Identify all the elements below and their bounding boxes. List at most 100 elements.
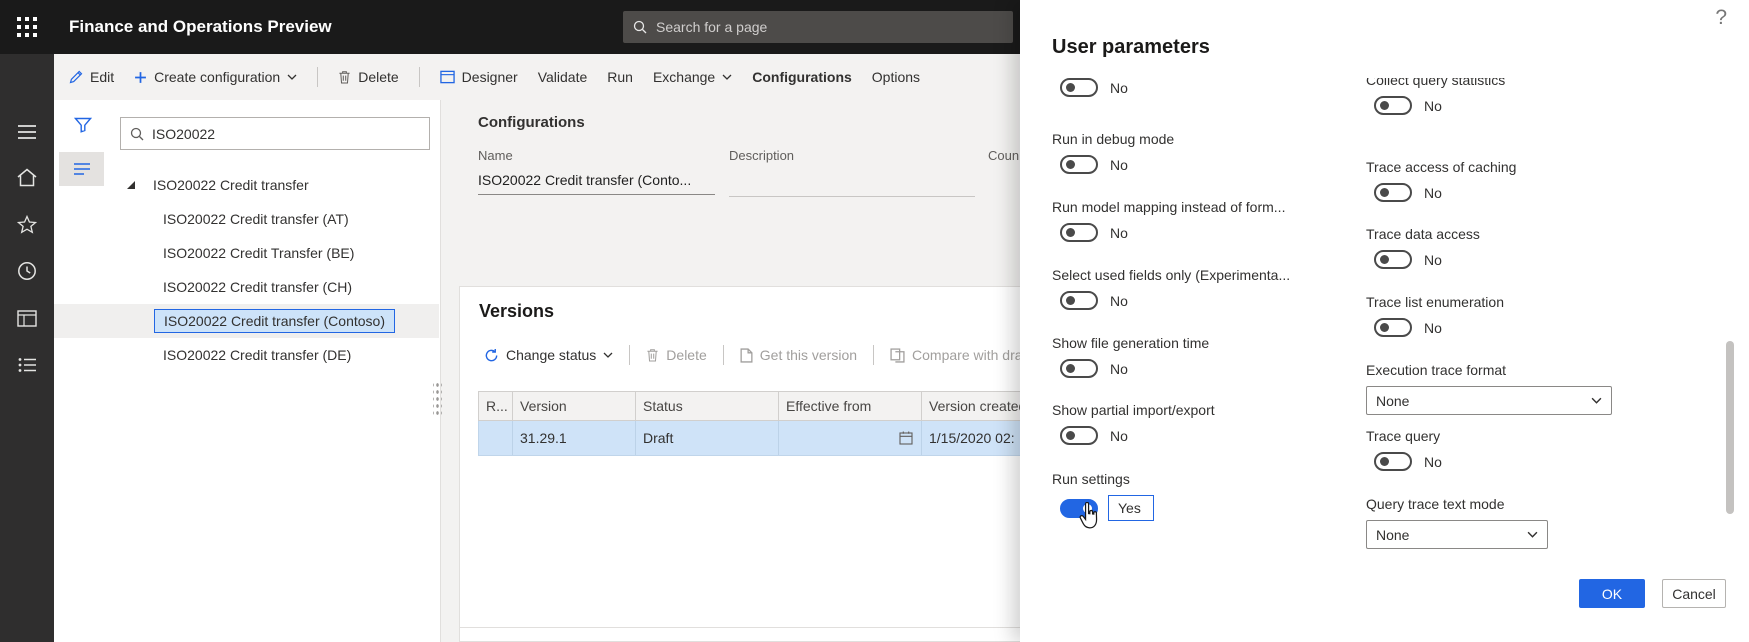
tree-item[interactable]: ISO20022 Credit transfer (AT) (54, 202, 439, 236)
trace-list-enumeration-toggle[interactable] (1374, 318, 1412, 337)
setting-label: Run settings (1052, 471, 1130, 487)
cancel-button[interactable]: Cancel (1662, 579, 1726, 608)
tree-root-item[interactable]: ISO20022 Credit transfer (54, 168, 439, 202)
delete-version-button[interactable]: Delete (646, 347, 707, 363)
app-window: Finance and Operations Preview Edit Crea… (0, 0, 1749, 642)
column-header[interactable]: Status (636, 392, 779, 420)
tree-item[interactable]: ISO20022 Credit transfer (DE) (54, 338, 439, 372)
nav-workspace-button[interactable] (0, 298, 54, 338)
toggle-value: No (1110, 427, 1128, 444)
help-icon[interactable]: ? (1715, 6, 1727, 30)
delete-button[interactable]: Delete (338, 69, 399, 85)
nav-home-button[interactable] (0, 157, 54, 197)
run-label: Run (607, 69, 633, 85)
trace-data-access-toggle[interactable] (1374, 250, 1412, 269)
select-used-fields-toggle[interactable] (1060, 291, 1098, 310)
nav-recent-button[interactable] (0, 251, 54, 291)
flyout-scrollbar-thumb[interactable] (1726, 341, 1734, 514)
setting-label: Select used fields only (Experimenta... (1052, 267, 1291, 283)
column-header[interactable]: Version (513, 392, 636, 420)
run-settings-toggle[interactable] (1060, 498, 1098, 518)
configurations-menu-label: Configurations (752, 69, 852, 85)
change-status-label: Change status (506, 347, 597, 363)
tree-search-input[interactable] (152, 125, 420, 142)
setting-label: Trace access of caching (1366, 159, 1517, 175)
tree-root-label: ISO20022 Credit transfer (153, 177, 309, 193)
setting-item: Query trace text mode None (1366, 496, 1671, 549)
home-icon (17, 168, 37, 186)
designer-label: Designer (461, 69, 518, 85)
compare-button[interactable]: Compare with dra (890, 347, 1023, 363)
app-launcher-button[interactable] (0, 0, 54, 54)
effective-from-cell[interactable] (779, 421, 922, 455)
filter-icon (74, 117, 92, 133)
tree-item[interactable]: ISO20022 Credit transfer (CH) (54, 270, 439, 304)
versions-toolbar: Change status Delete Get this version Co… (484, 345, 1023, 365)
favorites-icon (17, 214, 37, 234)
run-settings-value-box[interactable]: Yes (1108, 495, 1154, 521)
create-configuration-button[interactable]: Create configuration (134, 69, 297, 85)
tree-item-selected[interactable]: ISO20022 Credit transfer (Contoso) (54, 304, 439, 338)
toggle-value: No (1110, 360, 1128, 377)
column-header[interactable]: R... (479, 392, 513, 420)
app-title: Finance and Operations Preview (69, 17, 332, 36)
edit-icon (69, 70, 83, 84)
show-file-generation-time-toggle[interactable] (1060, 359, 1098, 378)
tree-item-label: ISO20022 Credit transfer (AT) (163, 211, 349, 227)
versions-title: Versions (479, 301, 555, 321)
toggle-value: No (1110, 292, 1128, 309)
query-trace-text-mode-select[interactable]: None (1366, 520, 1548, 549)
setting-label: Run in debug mode (1052, 131, 1175, 147)
tree-item[interactable]: ISO20022 Credit Transfer (BE) (54, 236, 439, 270)
get-this-version-label: Get this version (759, 347, 858, 363)
get-this-version-button[interactable]: Get this version (740, 347, 857, 363)
tree-item-label: ISO20022 Credit transfer (Contoso) (154, 309, 395, 333)
setting-item: Show partial import/export No (1052, 402, 1357, 445)
toolbar-separator (873, 345, 875, 365)
page-search-input[interactable] (656, 19, 1003, 35)
hamburger-menu-icon (18, 125, 36, 139)
run-button[interactable]: Run (607, 69, 633, 85)
row-select-cell[interactable] (479, 421, 513, 455)
show-partial-import-export-toggle[interactable] (1060, 426, 1098, 445)
setting-item-clipped: No (1052, 78, 1357, 97)
run-model-mapping-toggle[interactable] (1060, 223, 1098, 242)
page-search-box[interactable] (623, 11, 1013, 43)
ok-button[interactable]: OK (1579, 579, 1645, 608)
nav-favorites-button[interactable] (0, 204, 54, 244)
exchange-button[interactable]: Exchange (653, 69, 732, 85)
nav-hamburger-button[interactable] (0, 112, 54, 152)
execution-trace-format-select[interactable]: None (1366, 386, 1612, 415)
menu-options[interactable]: Options (872, 69, 920, 85)
collect-query-statistics-toggle[interactable] (1374, 96, 1412, 115)
chevron-down-icon (1591, 397, 1602, 404)
tree-search-box[interactable] (120, 117, 430, 150)
clipped-setting-toggle[interactable] (1060, 78, 1098, 97)
nav-checklist-button[interactable] (0, 345, 54, 385)
search-icon (130, 127, 144, 140)
trace-access-of-caching-toggle[interactable] (1374, 183, 1412, 202)
filter-button[interactable] (66, 110, 100, 140)
delete-icon (647, 349, 658, 362)
validate-button[interactable]: Validate (538, 69, 588, 85)
toolbar-separator (418, 67, 420, 87)
description-field-label: Description (729, 148, 795, 163)
compare-icon (890, 347, 905, 363)
designer-icon (439, 70, 455, 84)
menu-configurations[interactable]: Configurations (752, 69, 852, 85)
designer-button[interactable]: Designer (439, 69, 518, 85)
setting-item: Run settings Yes (1052, 471, 1357, 521)
calendar-icon[interactable] (898, 430, 914, 446)
status-cell: Draft (636, 421, 779, 455)
trace-query-toggle[interactable] (1374, 452, 1412, 471)
run-in-debug-mode-toggle[interactable] (1060, 155, 1098, 174)
change-status-button[interactable]: Change status (484, 347, 613, 363)
column-header[interactable]: Effective from (779, 392, 922, 420)
setting-label: Show file generation time (1052, 335, 1210, 351)
nav-rail (0, 54, 54, 642)
name-field-value[interactable]: ISO20022 Credit transfer (Conto... (478, 172, 715, 195)
toggle-value: No (1424, 319, 1442, 336)
get-version-icon (740, 347, 753, 363)
description-field-value[interactable] (729, 172, 975, 197)
edit-button[interactable]: Edit (69, 69, 114, 85)
